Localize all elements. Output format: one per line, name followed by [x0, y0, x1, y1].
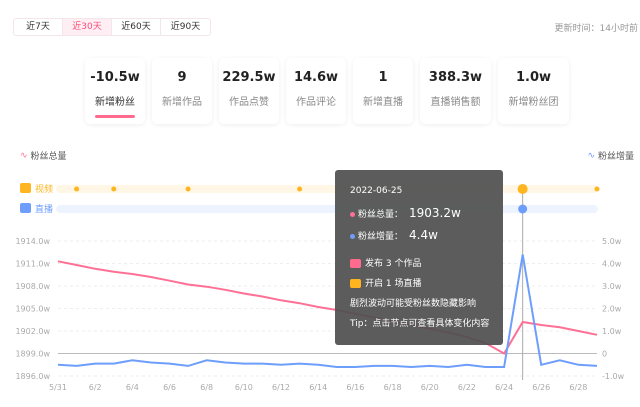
total-dot-icon	[350, 212, 355, 217]
tooltip-live: 开启 1 场直播	[365, 279, 422, 289]
y-left-tick: 1902.0w	[15, 327, 50, 336]
y-left-tick: 1896.0w	[15, 372, 50, 381]
tooltip-increase-value: 4.4w	[409, 228, 438, 242]
total-fans-line	[57, 260, 598, 355]
fans-increase-line	[57, 254, 598, 369]
x-tick: 6/24	[495, 383, 513, 392]
x-tick: 6/16	[346, 383, 364, 392]
y-right-tick: 5.0w	[602, 237, 622, 246]
x-tick: 6/6	[163, 383, 176, 392]
y-right-tick: 1.0w	[602, 327, 622, 336]
video-event-dot	[74, 186, 80, 192]
x-tick: 6/20	[421, 383, 439, 392]
tooltip-total-label: 粉丝总量：	[358, 210, 404, 220]
x-tick: 5/31	[49, 383, 67, 392]
y-left-tick: 1905.0w	[15, 305, 50, 314]
x-tick: 6/22	[458, 383, 476, 392]
tooltip: 2022-06-25 粉丝总量： 1903.2w 粉丝增量： 4.4w 发布 3 个…	[335, 170, 503, 345]
tooltip-works: 发布 3 个作品	[365, 259, 422, 269]
video-row-label: 视频	[35, 183, 53, 195]
video-event-dot	[111, 186, 117, 192]
live-icon	[350, 279, 361, 288]
y-left-tick: 1899.0w	[15, 350, 50, 359]
video-row-track	[56, 185, 598, 193]
play-icon	[350, 259, 361, 268]
x-tick: 6/8	[200, 383, 213, 392]
live-icon	[20, 203, 31, 213]
fans-chart[interactable]: 1914.0w 5.0w 1911.0w 4.0w 1908.0w 3.0w 1905.0w…	[0, 0, 640, 407]
tooltip-increase-label: 粉丝增量：	[358, 232, 404, 242]
tooltip-date: 2022-06-25	[350, 186, 403, 196]
video-event-dot	[185, 186, 191, 192]
x-tick: 6/18	[384, 383, 402, 392]
live-event-dot	[518, 204, 528, 214]
y-left-tick: 1914.0w	[15, 237, 50, 246]
y-right-tick: -1.0w	[602, 372, 625, 381]
x-tick: 6/12	[272, 383, 290, 392]
x-tick: 6/28	[569, 383, 587, 392]
live-row-track	[56, 205, 598, 213]
x-tick: 6/26	[532, 383, 550, 392]
tooltip-tip: Tip：点击节点可查看具体变化内容	[350, 319, 490, 329]
x-tick: 6/14	[309, 383, 327, 392]
increase-dot-icon	[350, 234, 355, 239]
tooltip-total-value: 1903.2w	[409, 206, 461, 220]
y-left-tick: 1911.0w	[15, 260, 50, 269]
x-tick: 6/2	[89, 383, 102, 392]
tooltip-note: 剧烈波动可能受粉丝数隐藏影响	[350, 299, 477, 309]
y-right-tick: 2.0w	[602, 305, 622, 314]
live-row-label: 直播	[35, 203, 53, 215]
video-icon	[20, 183, 31, 193]
video-event-dot	[517, 184, 528, 194]
video-event-dot	[297, 186, 303, 192]
y-left-tick: 1908.0w	[15, 282, 50, 291]
x-tick: 6/4	[126, 383, 139, 392]
y-right-tick: 3.0w	[602, 282, 622, 291]
x-tick: 6/10	[235, 383, 253, 392]
y-right-tick: 0	[602, 350, 607, 359]
y-right-tick: 4.0w	[602, 260, 622, 269]
video-event-dot	[594, 186, 600, 192]
